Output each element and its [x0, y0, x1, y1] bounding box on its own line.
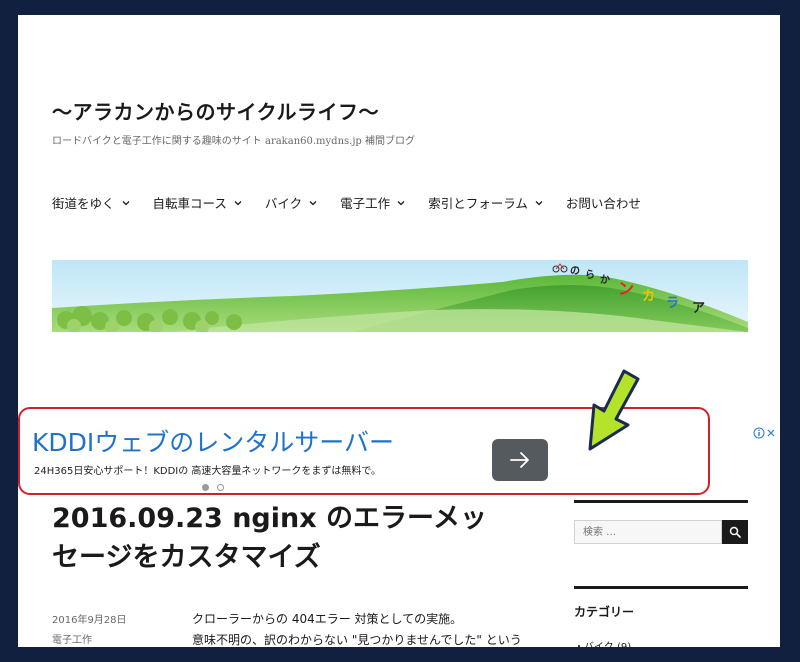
- header-image[interactable]: の ら か ン カ ラ ア: [52, 260, 748, 332]
- post-title[interactable]: 2016.09.23 nginx のエラーメッ セージをカスタマイズ: [52, 499, 532, 577]
- chevron-down-icon: [397, 200, 405, 205]
- chevron-down-icon: [309, 200, 317, 205]
- logo-char: カ: [642, 289, 655, 304]
- post-date[interactable]: 2016年9月28日: [52, 611, 127, 626]
- nav-item-label: 索引とフォーラム: [428, 196, 528, 211]
- annotation-arrow-icon: [588, 369, 640, 451]
- post-title-line: 2016.09.23 nginx のエラーメッ: [52, 503, 487, 534]
- sidebar-divider: [574, 500, 748, 503]
- chevron-down-icon: [234, 200, 242, 205]
- sidebar-divider: [574, 586, 748, 589]
- carousel-dot-active[interactable]: [202, 484, 209, 491]
- site-title[interactable]: 〜アラカンからのサイクルライフ〜: [52, 96, 379, 125]
- search-icon: [729, 526, 741, 538]
- page: 〜アラカンからのサイクルライフ〜 ロードバイクと電子工作に関する趣味のサイト a…: [18, 15, 780, 647]
- nav-item-label: バイク: [264, 196, 303, 211]
- nav-item-bike-course[interactable]: 自転車コース: [153, 193, 243, 212]
- post-body-line: クローラーからの 404エラー 対策としての実施。: [192, 612, 463, 626]
- logo-char: ら: [585, 269, 595, 281]
- nav-item-kaido[interactable]: 街道をゆく: [52, 193, 131, 212]
- chevron-down-icon: [122, 200, 129, 205]
- logo-char: ア: [692, 301, 705, 316]
- logo-char: か: [600, 274, 610, 286]
- categories-heading: カテゴリー: [574, 605, 635, 619]
- logo-char: の: [570, 266, 580, 277]
- main-nav: 街道をゆく 自転車コース バイク 電子工作 索引とフォーラム お問い合わせ: [52, 193, 663, 212]
- nav-item-electronics[interactable]: 電子工作: [340, 193, 406, 212]
- info-icon: [753, 427, 765, 438]
- header-landscape: の ら か ン カ ラ ア: [52, 260, 748, 332]
- nav-item-bike[interactable]: バイク: [265, 193, 318, 212]
- logo-char: ラ: [666, 296, 679, 311]
- ad-headline[interactable]: KDDIウェブのレンタルサーバー: [32, 423, 394, 459]
- search-button[interactable]: [722, 520, 748, 544]
- category-item[interactable]: ・バイク (9): [574, 638, 631, 647]
- search-input[interactable]: [574, 520, 722, 544]
- carousel-dot[interactable]: [217, 484, 224, 491]
- close-icon: [767, 429, 775, 436]
- nav-item-label: 自転車コース: [152, 196, 227, 211]
- chevron-down-icon: [535, 200, 543, 205]
- post-category[interactable]: 電子工作: [52, 631, 92, 646]
- nav-item-contact[interactable]: お問い合わせ: [566, 193, 641, 212]
- site-description: ロードバイクと電子工作に関する趣味のサイト arakan60.mydns.jp …: [52, 136, 416, 147]
- ad-subtext[interactable]: 24H365日安心サポート！KDDIの 高速大容量ネットワークをまずは無料で。: [34, 462, 381, 477]
- post-body-line: 意味不明の、訳のわからない "見つかりませんでした" という: [192, 633, 522, 647]
- arrow-right-icon: [510, 452, 529, 468]
- nav-item-label: 街道をゆく: [52, 196, 115, 211]
- logo-char: ン: [618, 279, 634, 298]
- nav-item-label: お問い合わせ: [565, 196, 641, 211]
- ad-open-button[interactable]: [492, 439, 548, 481]
- nav-item-index-forum[interactable]: 索引とフォーラム: [428, 193, 544, 212]
- adchoices-icon[interactable]: [753, 426, 777, 439]
- nav-item-label: 電子工作: [340, 196, 391, 211]
- post-title-line: セージをカスタマイズ: [52, 542, 321, 573]
